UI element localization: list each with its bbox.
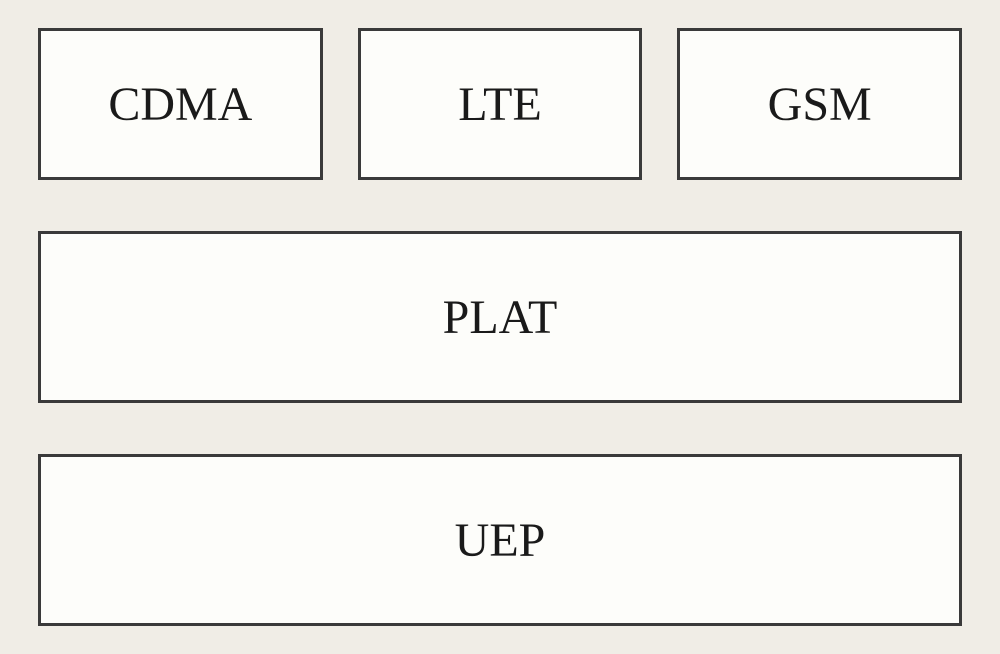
cdma-box: CDMA <box>38 28 323 180</box>
uep-box: UEP <box>38 454 962 626</box>
cdma-label: CDMA <box>108 77 252 132</box>
lte-label: LTE <box>458 77 542 132</box>
top-row: CDMA LTE GSM <box>38 28 962 180</box>
plat-label: PLAT <box>443 290 558 345</box>
plat-box: PLAT <box>38 231 962 403</box>
architecture-diagram: CDMA LTE GSM PLAT UEP <box>38 28 962 626</box>
gsm-label: GSM <box>768 77 872 132</box>
uep-label: UEP <box>455 513 546 568</box>
lte-box: LTE <box>358 28 643 180</box>
gsm-box: GSM <box>677 28 962 180</box>
